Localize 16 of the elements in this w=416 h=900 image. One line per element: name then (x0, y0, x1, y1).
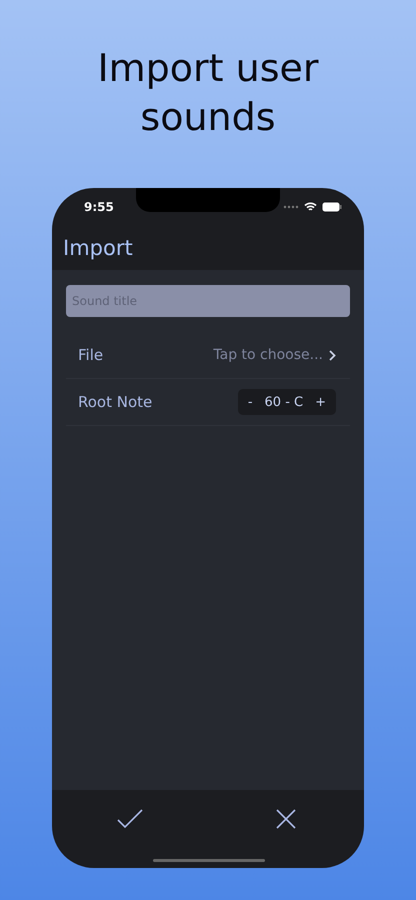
headline: Import user sounds (96, 45, 320, 142)
file-value: Tap to choose... (213, 347, 323, 363)
checkmark-icon (117, 809, 143, 829)
close-icon (276, 809, 296, 829)
signal-icon (283, 204, 299, 208)
decrement-button[interactable]: - (242, 394, 259, 410)
battery-icon (322, 202, 342, 212)
chevron-right-icon (329, 350, 336, 360)
note-value: 60 - C (264, 394, 304, 410)
screen-title: Import (63, 236, 133, 260)
wifi-icon (304, 202, 317, 212)
root-note-label: Root Note (78, 393, 152, 411)
increment-button[interactable]: + (309, 394, 332, 410)
status-time: 9:55 (84, 200, 114, 214)
file-row[interactable]: File Tap to choose... (66, 332, 350, 379)
file-label: File (78, 346, 104, 364)
